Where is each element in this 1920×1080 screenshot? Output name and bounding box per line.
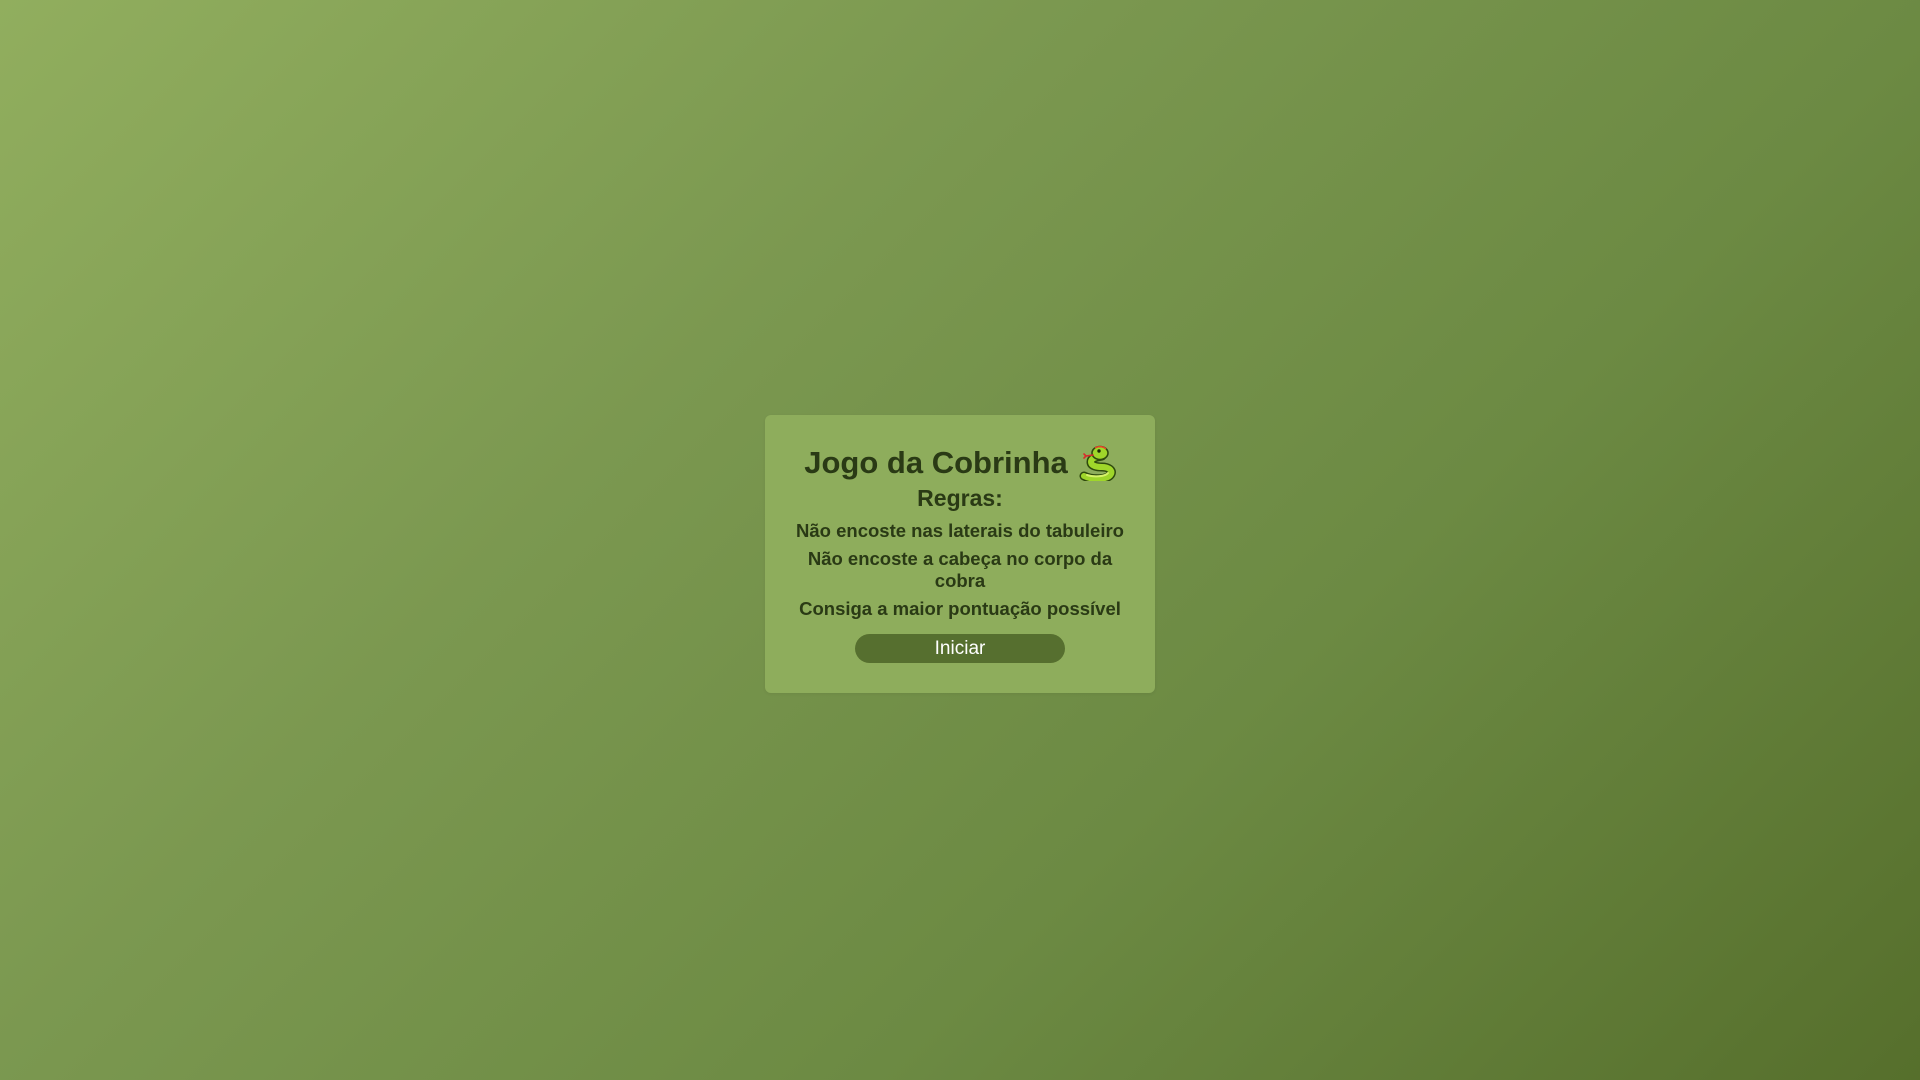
- snake-icon: [1078, 443, 1116, 484]
- start-button[interactable]: Iniciar: [855, 634, 1065, 663]
- start-card: Jogo da Cobrinha Regras: Não encoste nas…: [765, 415, 1155, 693]
- rule-item: Consiga a maior pontuação possível: [799, 598, 1121, 619]
- title-row: Jogo da Cobrinha: [765, 443, 1155, 484]
- rules-heading: Regras:: [917, 485, 1003, 511]
- rule-item: Não encoste a cabeça no corpo da cobra: [807, 548, 1113, 591]
- rule-item: Não encoste nas laterais do tabuleiro: [796, 520, 1124, 541]
- game-title: Jogo da Cobrinha: [804, 444, 1068, 480]
